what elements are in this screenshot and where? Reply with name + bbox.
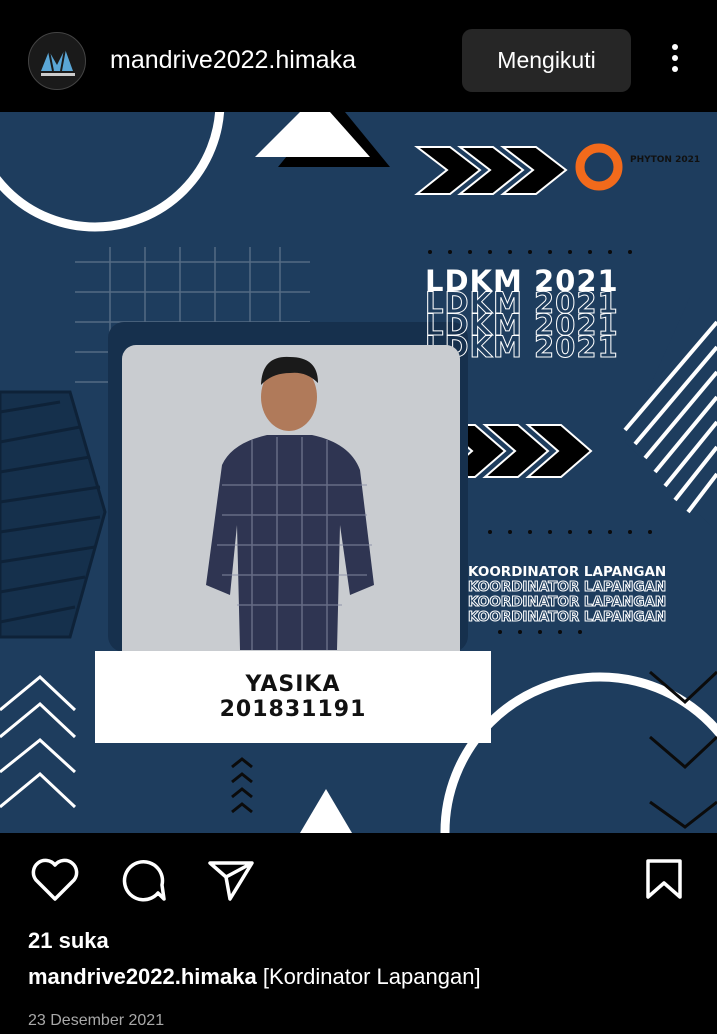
caption-text: [Kordinator Lapangan] (262, 964, 481, 989)
caption-username[interactable]: mandrive2022.himaka (28, 964, 257, 989)
like-count[interactable]: 21 suka (28, 928, 109, 954)
post-date: 23 Desember 2021 (28, 1012, 165, 1029)
person-name: YASIKA (245, 672, 341, 697)
post-header: mandrive2022.himaka Mengikuti (0, 0, 717, 112)
more-options-icon[interactable] (662, 40, 688, 82)
name-card: YASIKA 201831191 (95, 651, 491, 743)
bookmark-icon[interactable] (644, 857, 684, 903)
post-image[interactable]: PHYTON 2021 LDKM 2021 LDKM 2021 LDKM 202… (0, 112, 717, 833)
comment-icon[interactable] (118, 857, 168, 903)
person-id: 201831191 (219, 697, 367, 722)
role-title: KOORDINATOR LAPANGAN (468, 564, 667, 580)
person-figure-icon (206, 356, 374, 650)
mandrive-logo-icon (41, 48, 75, 76)
following-button[interactable]: Mengikuti (462, 29, 631, 92)
username[interactable]: mandrive2022.himaka (110, 46, 356, 75)
phyton-logo-text: PHYTON 2021 (630, 155, 701, 165)
role-title-echo: KOORDINATOR LAPANGAN (467, 579, 667, 596)
role-title-echo: KOORDINATOR LAPANGAN (467, 609, 667, 626)
action-bar (0, 833, 717, 923)
share-send-icon[interactable] (206, 857, 256, 903)
caption: mandrive2022.himaka [Kordinator Lapangan… (28, 964, 481, 990)
like-heart-icon[interactable] (30, 857, 80, 903)
role-title-echo: KOORDINATOR LAPANGAN (467, 594, 667, 611)
avatar[interactable] (28, 32, 86, 90)
person-photo (122, 345, 460, 655)
